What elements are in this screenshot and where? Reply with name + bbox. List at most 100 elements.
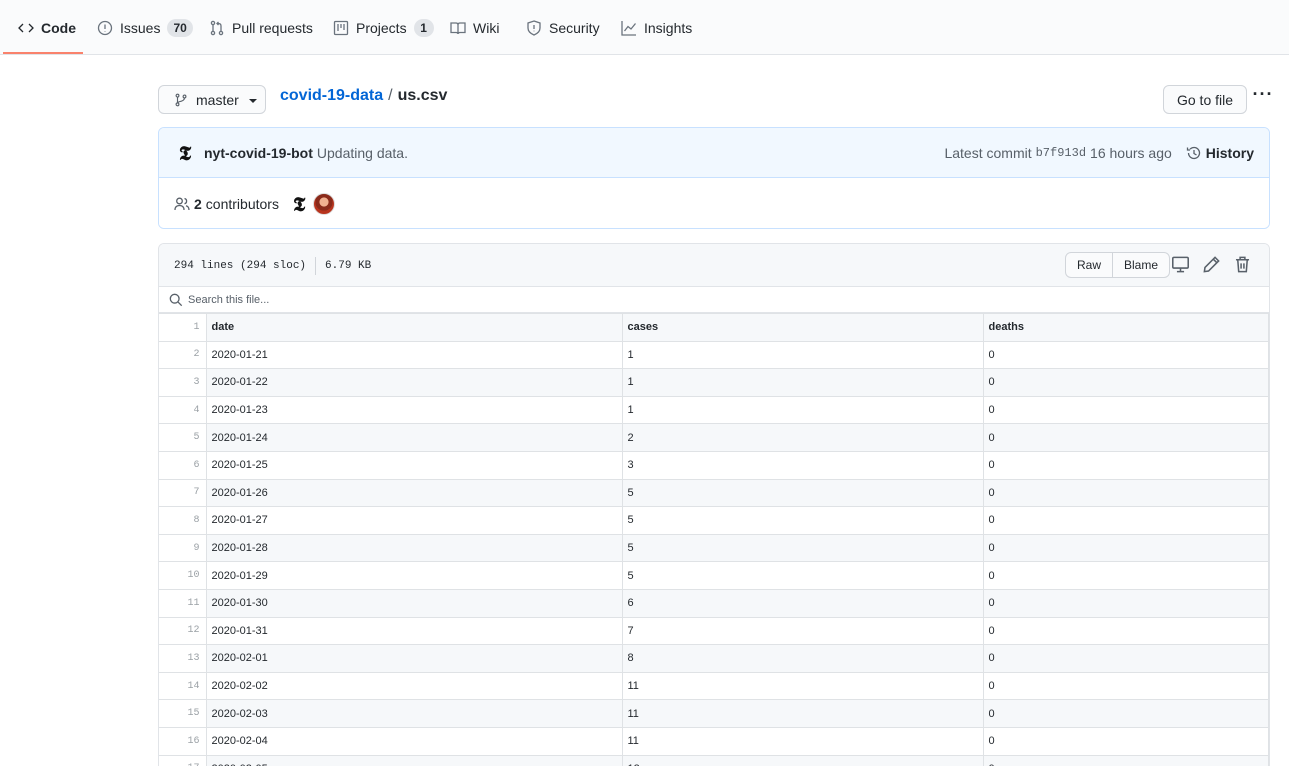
column-header-deaths: deaths	[982, 313, 1269, 342]
tab-issues[interactable]: Issues 70	[97, 0, 193, 55]
file-info-divider	[315, 257, 317, 275]
line-number[interactable]: 7	[159, 478, 207, 508]
history-link[interactable]: History	[1186, 145, 1254, 161]
cell-deaths: 0	[982, 506, 1269, 535]
more-options-button[interactable]: ···	[1252, 83, 1274, 105]
desktop-icon[interactable]	[1171, 255, 1190, 274]
cell-deaths: 0	[982, 368, 1269, 397]
line-number[interactable]: 17	[159, 754, 207, 766]
cell-date: 2020-01-30	[205, 588, 623, 618]
table-row: 4 2020-01-23 1 0	[159, 395, 1269, 425]
line-number[interactable]: 9	[159, 533, 207, 563]
tab-projects[interactable]: Projects 1	[333, 0, 434, 55]
tab-insights[interactable]: Insights	[621, 0, 692, 55]
pencil-icon[interactable]	[1202, 255, 1221, 274]
tab-pull-requests[interactable]: Pull requests	[209, 0, 313, 55]
line-number[interactable]: 15	[159, 699, 207, 728]
table-row: 9 2020-01-28 5 0	[159, 533, 1269, 563]
raw-button[interactable]: Raw	[1065, 252, 1114, 278]
breadcrumb-file-name: us.csv	[397, 87, 448, 104]
tab-security[interactable]: Security	[526, 0, 600, 55]
table-row: 16 2020-02-04 11 0	[159, 726, 1269, 756]
line-number[interactable]: 8	[159, 506, 207, 535]
cell-cases: 5	[621, 478, 984, 508]
line-number[interactable]: 3	[159, 368, 207, 397]
chevron-down-icon	[248, 98, 257, 103]
contributors-row: 2 contributors 𝕿	[159, 178, 1269, 228]
commit-time: 16 hours ago	[1090, 145, 1172, 161]
blame-button[interactable]: Blame	[1113, 252, 1171, 278]
line-number[interactable]: 6	[159, 450, 207, 480]
cell-cases: 11	[621, 726, 984, 756]
commit-message-link[interactable]: Updating data.	[317, 145, 408, 161]
line-number[interactable]: 14	[159, 671, 207, 701]
view-button-group: Raw Blame	[1065, 252, 1171, 278]
history-icon	[1186, 146, 1200, 160]
cell-cases: 11	[621, 671, 984, 701]
cell-cases: 5	[621, 561, 984, 590]
line-number[interactable]: 4	[159, 395, 207, 425]
line-number[interactable]: 2	[159, 340, 207, 370]
line-number[interactable]: 10	[159, 561, 207, 590]
commit-author-link[interactable]: nyt-covid-19-bot	[204, 145, 313, 161]
commit-sha-link[interactable]: b7f913d	[1036, 146, 1086, 160]
cell-deaths: 0	[982, 395, 1269, 425]
nyt-logo-icon[interactable]: 𝕿	[174, 141, 196, 165]
file-info: 294 lines (294 sloc) 6.79 KB	[174, 257, 371, 275]
line-number[interactable]: 5	[159, 423, 207, 452]
cell-deaths: 0	[982, 450, 1269, 480]
table-row: 172020-02-05120	[159, 754, 1269, 766]
breadcrumb-repo-link[interactable]: covid-19-data	[280, 87, 383, 105]
cell-cases: 11	[621, 699, 984, 728]
breadcrumb-separator: /	[388, 87, 393, 104]
cell-cases: 2	[621, 423, 984, 452]
repo-nav: Code Issues 70 Pull requests Projects 1 …	[0, 0, 1289, 55]
breadcrumb: covid-19-data / us.csv	[280, 87, 447, 105]
cell-date: 2020-01-24	[205, 423, 623, 452]
table-row: 14 2020-02-02 11 0	[159, 671, 1269, 701]
tab-insights-label: Insights	[644, 19, 693, 36]
cell-date: 2020-02-02	[205, 671, 623, 701]
tab-wiki[interactable]: Wiki	[450, 0, 499, 55]
shield-icon	[527, 19, 541, 36]
cell-deaths: 0	[982, 754, 1269, 766]
table-row: 10 2020-01-29 5 0	[159, 561, 1269, 590]
cell-cases: 7	[621, 616, 984, 646]
cell-date: 2020-01-25	[205, 450, 623, 480]
contributors-count[interactable]: 2	[194, 196, 202, 212]
cell-deaths: 0	[982, 726, 1269, 756]
column-header-date: date	[205, 313, 623, 342]
go-to-file-button[interactable]: Go to file	[1163, 85, 1247, 114]
cell-date: 2020-01-26	[205, 478, 623, 508]
trash-icon[interactable]	[1233, 255, 1252, 274]
graph-icon	[621, 20, 637, 36]
line-number[interactable]: 11	[159, 588, 207, 618]
file-search-row	[159, 287, 1269, 313]
file-search-input[interactable]	[188, 293, 588, 306]
book-icon	[450, 21, 466, 34]
table-row: 11 2020-01-30 6 0	[159, 588, 1269, 618]
tab-code[interactable]: Code	[18, 0, 76, 55]
cell-date: 2020-02-01	[205, 644, 623, 673]
contributor-nyt-avatar[interactable]: 𝕿	[293, 192, 305, 216]
latest-commit-bar: 𝕿 nyt-covid-19-bot Updating data. Latest…	[159, 128, 1269, 178]
cell-cases: 5	[621, 506, 984, 535]
file-line-count: 294 lines (294 sloc)	[174, 260, 307, 272]
cell-date: 2020-02-05	[205, 754, 623, 766]
table-row: 5 2020-01-24 2 0	[159, 423, 1269, 452]
contributor-avatar[interactable]	[313, 192, 336, 215]
cell-cases: 12	[621, 754, 984, 766]
cell-date: 2020-01-23	[205, 395, 623, 425]
cell-date: 2020-01-21	[205, 340, 623, 370]
cell-date: 2020-02-04	[205, 726, 623, 756]
contributors-label[interactable]: contributors	[206, 196, 279, 212]
line-number[interactable]: 1	[159, 313, 207, 342]
table-row: 2 2020-01-21 1 0	[159, 340, 1269, 370]
branch-select-button[interactable]: master	[158, 85, 266, 114]
line-number[interactable]: 12	[159, 616, 207, 646]
line-number[interactable]: 13	[159, 644, 207, 673]
projects-counter: 1	[413, 18, 434, 37]
cell-deaths: 0	[982, 340, 1269, 370]
cell-deaths: 0	[982, 644, 1269, 673]
line-number[interactable]: 16	[159, 726, 207, 756]
